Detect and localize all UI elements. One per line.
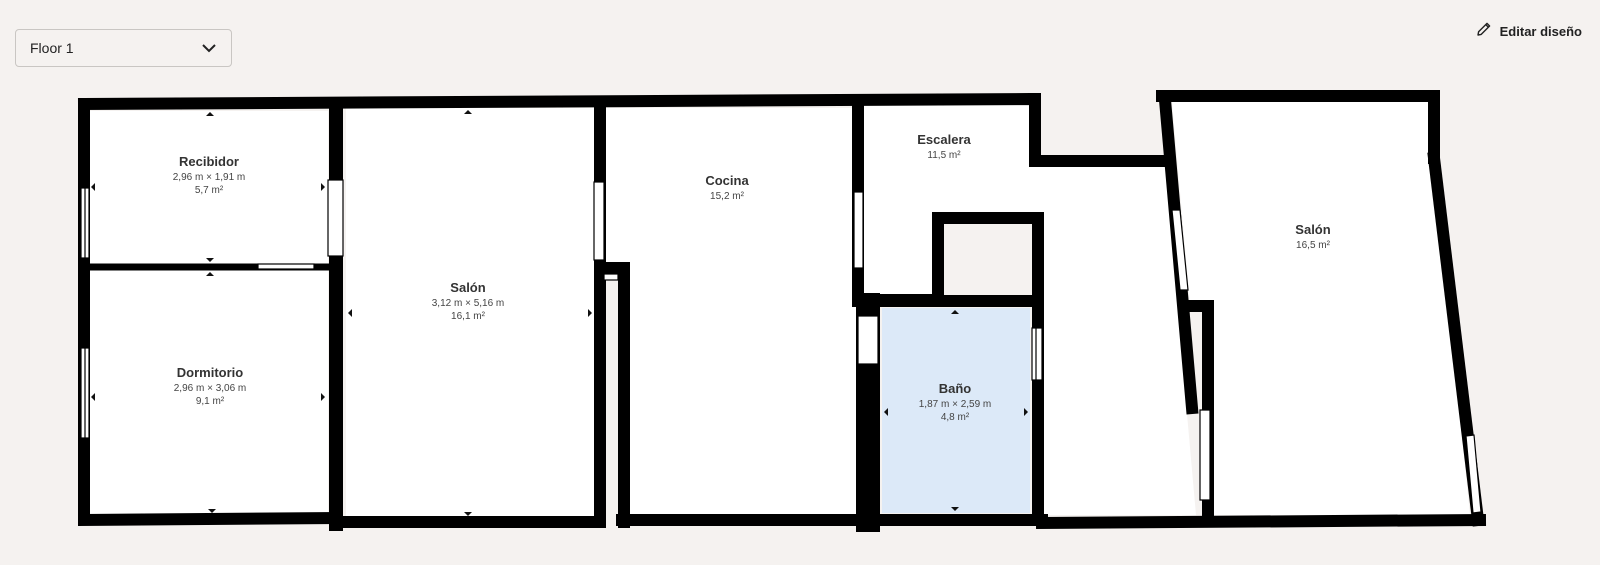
room-name: Baño <box>938 381 972 396</box>
door-recibidor-dorm <box>257 263 315 270</box>
room-label-cocina: Cocina 15,2 m² <box>705 173 748 204</box>
room-label-recibidor: Recibidor 2,96 m × 1,91 m 5,7 m² <box>173 154 246 197</box>
room-name: Salón <box>450 280 486 295</box>
room-label-salon-2: Salón 16,5 m² <box>1295 222 1330 253</box>
room-name: Escalera <box>917 132 971 147</box>
room-name: Recibidor <box>179 154 239 169</box>
door-cocina-bano <box>857 315 879 365</box>
room-name: Salón <box>1295 222 1331 237</box>
room-label-salon-1: Salón 3,12 m × 5,16 m 16,1 m² <box>432 280 505 323</box>
door-salon-cocina <box>593 181 605 261</box>
room-dimensions: 1,87 m × 2,59 m <box>918 399 992 411</box>
room-dimensions: 2,96 m × 1,91 m <box>172 172 246 184</box>
wall-outer-bottom-3 <box>1035 513 1487 530</box>
door-salon2-stub <box>1199 409 1211 501</box>
room-floors <box>88 102 1470 518</box>
door-cocina-stub <box>603 273 619 281</box>
room-label-dormitorio: Dormitorio 2,96 m × 3,06 m 9,1 m² <box>174 365 247 408</box>
room-area: 4,8 m² <box>940 411 970 423</box>
room-label-escalera: Escalera 11,5 m² <box>917 132 971 163</box>
room-area: 16,1 m² <box>451 310 485 322</box>
room-area: 9,1 m² <box>195 395 225 407</box>
room-label-bano: Baño 1,87 m × 2,59 m 4,8 m² <box>919 381 992 424</box>
room-area: 15,2 m² <box>710 191 744 203</box>
floor-plan <box>77 90 1487 532</box>
room-area: 5,7 m² <box>194 184 224 196</box>
room-dimensions: 2,96 m × 3,06 m <box>173 383 247 395</box>
room-floor-salon-2[interactable] <box>1172 102 1470 515</box>
room-name: Cocina <box>705 173 749 188</box>
room-name: Dormitorio <box>176 365 244 380</box>
room-floor-stair-void <box>952 226 1030 294</box>
room-dimensions: 3,12 m × 5,16 m <box>431 298 505 310</box>
room-floor-cocina[interactable] <box>606 108 880 515</box>
window-bano <box>1031 327 1043 381</box>
door-recibidor-salon <box>327 179 344 257</box>
door-cocina-escalera <box>853 191 864 269</box>
room-area: 11,5 m² <box>927 150 961 162</box>
room-area: 16,5 m² <box>1296 240 1330 252</box>
